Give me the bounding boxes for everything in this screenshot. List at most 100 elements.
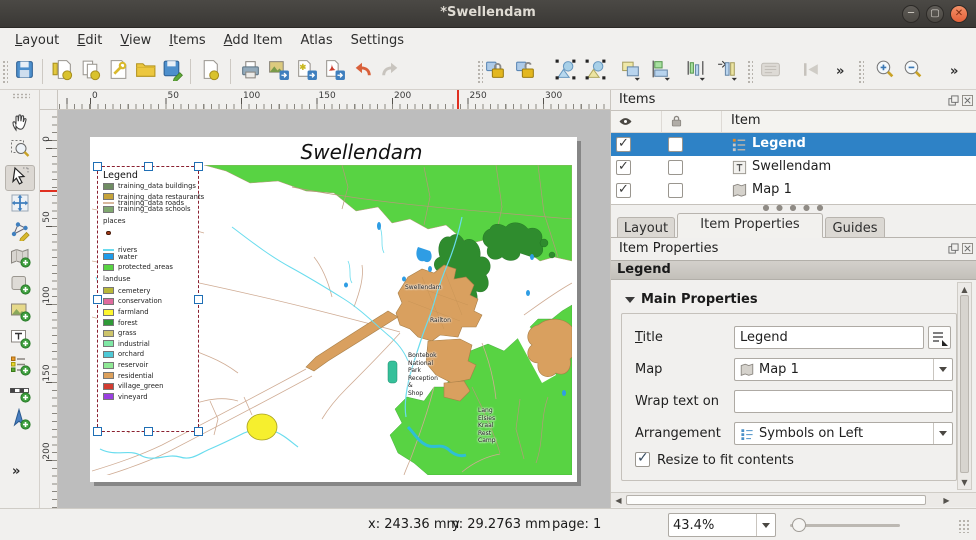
ungroup-items-button[interactable] [581, 57, 610, 86]
scrollbar-thumb[interactable] [626, 495, 926, 505]
main-properties-section-header[interactable]: Main Properties [625, 292, 758, 307]
panel-splitter[interactable]: ● ● ● ● ● [611, 205, 976, 213]
add-north-arrow-button[interactable] [5, 408, 35, 434]
raise-selected-items-button[interactable] [616, 57, 645, 86]
layout-canvas[interactable]: Swellendam [58, 110, 610, 508]
resize-items-button[interactable] [713, 57, 742, 86]
group-items-button[interactable] [551, 57, 580, 86]
tab-item-properties[interactable]: Item Properties [677, 213, 823, 238]
export-as-image-button[interactable] [264, 57, 293, 86]
zoom-in-button[interactable] [870, 57, 899, 86]
lock-selected-items-button[interactable] [481, 57, 510, 86]
selection-handle[interactable] [194, 295, 203, 304]
maximize-button[interactable]: ▢ [926, 5, 944, 23]
duplicate-layout-button[interactable] [76, 57, 105, 86]
add-items-from-template-button[interactable] [196, 57, 225, 86]
pan-layout-button[interactable] [5, 111, 35, 137]
window-titlebar[interactable]: *Swellendam ─ ▢ ✕ [0, 0, 976, 28]
legend-title-input[interactable] [734, 326, 924, 349]
export-as-svg-button[interactable] [292, 57, 321, 86]
zoom-tool-button[interactable] [5, 138, 35, 164]
scroll-down-arrow[interactable]: ▼ [959, 478, 970, 487]
selection-handle[interactable] [93, 295, 102, 304]
toolbar-overflow-button[interactable]: » [950, 64, 958, 79]
items-panel-close-button[interactable] [961, 94, 973, 106]
toolbar-overflow-button[interactable]: » [836, 64, 844, 79]
toolbox-overflow-button[interactable]: » [12, 460, 20, 479]
items-row-swellendam[interactable]: Swellendam [611, 156, 976, 179]
move-item-content-button[interactable] [5, 192, 35, 218]
arrangement-dropdown[interactable]: Symbols on Left [734, 422, 953, 445]
menu-items[interactable]: Items [160, 30, 214, 51]
menu-view[interactable]: View [111, 30, 160, 51]
selection-handle[interactable] [93, 162, 102, 171]
export-as-pdf-button[interactable] [320, 57, 349, 86]
close-button[interactable]: ✕ [950, 5, 968, 23]
window-resize-grip[interactable] [958, 519, 970, 533]
legend-item[interactable]: Legend training_data buildingstraining_d… [97, 166, 199, 432]
lock-checkbox[interactable] [668, 183, 683, 198]
tab-layout[interactable]: Layout [617, 217, 675, 238]
distribute-items-button[interactable] [681, 57, 710, 86]
open-layout-button[interactable] [131, 57, 160, 86]
visibility-checkbox[interactable] [616, 183, 631, 198]
zoom-slider-track[interactable] [790, 524, 900, 527]
menu-add-item[interactable]: Add Item [215, 30, 292, 51]
toolbar-drag-handle[interactable] [747, 60, 753, 83]
item-properties-float-button[interactable] [947, 242, 959, 254]
visibility-checkbox[interactable] [616, 160, 631, 175]
add-label-button[interactable] [5, 327, 35, 353]
tab-guides[interactable]: Guides [825, 217, 885, 238]
add-map-button[interactable] [5, 246, 35, 272]
scroll-right-arrow[interactable]: ▶ [941, 496, 952, 505]
scroll-left-arrow[interactable]: ◀ [613, 496, 624, 505]
unlock-all-items-button[interactable] [511, 57, 540, 86]
print-layout-button[interactable] [236, 57, 265, 86]
page-title-label[interactable]: Swellendam [118, 140, 605, 164]
selection-handle[interactable] [194, 427, 203, 436]
align-selected-items-button[interactable] [646, 57, 675, 86]
resize-to-fit-checkbox[interactable] [635, 452, 650, 467]
horizontal-scrollbar[interactable]: ◀ ▶ [611, 492, 957, 507]
vertical-scrollbar[interactable]: ▲ ▼ [957, 282, 972, 490]
zoom-level-combobox[interactable]: 43.4% [668, 513, 776, 537]
scroll-up-arrow[interactable]: ▲ [959, 285, 970, 294]
save-as-template-button[interactable] [158, 57, 187, 86]
toolbar-drag-handle[interactable] [2, 60, 8, 83]
wrap-text-input[interactable] [734, 390, 953, 413]
toolbar-drag-handle[interactable] [858, 60, 864, 83]
selection-handle[interactable] [144, 162, 153, 171]
selection-handle[interactable] [93, 427, 102, 436]
layout-manager-button[interactable] [104, 57, 133, 86]
selection-handle[interactable] [144, 427, 153, 436]
select-move-item-button[interactable] [5, 165, 35, 191]
minimize-button[interactable]: ─ [902, 5, 920, 23]
items-row-map-1[interactable]: Map 1 [611, 179, 976, 202]
add-3d-map-button[interactable] [5, 273, 35, 299]
add-scale-bar-button[interactable] [5, 381, 35, 407]
undo-button[interactable] [348, 57, 377, 86]
scrollbar-thumb[interactable] [960, 295, 969, 473]
menu-edit[interactable]: Edit [68, 30, 111, 51]
edit-nodes-item-button[interactable] [5, 219, 35, 245]
items-row-legend[interactable]: Legend [611, 133, 976, 156]
menu-settings[interactable]: Settings [342, 30, 413, 51]
zoom-out-button[interactable] [898, 57, 927, 86]
toolbar-drag-handle[interactable] [12, 93, 30, 99]
new-layout-button[interactable] [48, 57, 77, 86]
data-defined-override-button[interactable] [928, 326, 951, 349]
selection-handle[interactable] [194, 162, 203, 171]
add-picture-button[interactable] [5, 300, 35, 326]
lock-checkbox[interactable] [668, 160, 683, 175]
zoom-slider-handle[interactable] [792, 518, 806, 532]
item-properties-close-button[interactable] [961, 242, 973, 254]
menu-atlas[interactable]: Atlas [292, 30, 342, 51]
visibility-checkbox[interactable] [616, 137, 631, 152]
add-legend-button[interactable] [5, 354, 35, 380]
items-panel-float-button[interactable] [947, 94, 959, 106]
lock-checkbox[interactable] [668, 137, 683, 152]
save-layout-button[interactable] [10, 57, 39, 86]
map-select-dropdown[interactable]: Map 1 [734, 358, 953, 381]
menu-layout[interactable]: Layout [6, 30, 68, 51]
layout-page[interactable]: Swellendam [90, 137, 577, 482]
